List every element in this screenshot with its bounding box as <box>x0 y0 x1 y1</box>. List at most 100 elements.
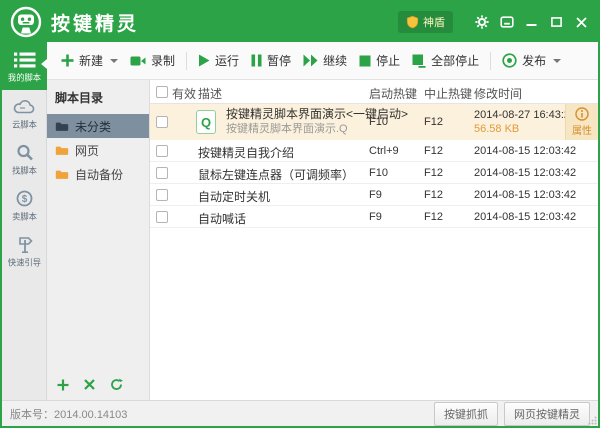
continue-button-label: 继续 <box>323 52 347 69</box>
table-row[interactable]: 自动喊话 F9 F12 2014-08-15 12:03:42 <box>150 206 598 228</box>
sidebar-item-find-scripts[interactable]: 找脚本 <box>2 136 47 182</box>
minimize-to-tray-icon[interactable] <box>494 9 519 35</box>
pause-icon <box>251 54 262 67</box>
directory-tools <box>47 370 149 400</box>
row-checkbox[interactable] <box>156 189 168 201</box>
play-icon <box>198 54 210 67</box>
toolbar-separator <box>186 52 187 70</box>
row-checkbox[interactable] <box>156 145 168 157</box>
directory-item-web[interactable]: 网页 <box>47 138 149 162</box>
column-header-start-hotkey: 启动热键 <box>369 85 417 102</box>
start-hotkey: F10 <box>369 167 388 179</box>
column-header-description: 描述 <box>198 85 222 102</box>
table-row-selected[interactable]: Q 按键精灵脚本界面演示<一键启动> 按键精灵脚本界面演示.Q F10 F12 … <box>150 104 598 140</box>
delete-folder-button[interactable] <box>84 379 95 390</box>
app-logo-robot-icon <box>10 6 42 38</box>
row-checkbox[interactable] <box>156 116 168 128</box>
properties-button-label: 属性 <box>572 122 592 137</box>
publish-button[interactable]: 发布 <box>496 47 567 74</box>
dollar-coin-icon: $ <box>2 189 47 208</box>
search-icon <box>2 143 47 162</box>
pause-button[interactable]: 暂停 <box>245 47 297 74</box>
right-column: 新建 录制 运行 <box>47 42 598 400</box>
sidebar-item-my-scripts[interactable]: 我的脚本 <box>2 42 47 90</box>
stop-icon <box>359 55 371 67</box>
web-quickmacro-button[interactable]: 网页按键精灵 <box>504 402 590 426</box>
stop-button-label: 停止 <box>376 52 400 69</box>
cloud-icon <box>2 97 47 116</box>
row-checkbox[interactable] <box>156 167 168 179</box>
script-table: 有效 描述 启动热键 中止热键 修改时间 Q 按键精灵脚本界面演示<一键启动> … <box>150 80 598 400</box>
folder-icon <box>55 121 69 132</box>
toolbar-separator <box>490 52 491 70</box>
stop-all-icon <box>412 54 426 68</box>
modified-time: 2014-08-27 16:43:20 <box>474 108 576 122</box>
modified-time: 2014-08-15 12:03:42 <box>474 145 576 157</box>
signpost-icon <box>2 235 47 254</box>
key-capture-button[interactable]: 按键抓抓 <box>434 402 498 426</box>
maximize-button[interactable] <box>544 9 569 35</box>
publish-button-label: 发布 <box>522 52 546 69</box>
start-hotkey: F9 <box>369 211 382 223</box>
sidebar-item-cloud-scripts[interactable]: 云脚本 <box>2 90 47 136</box>
script-title: 按键精灵自我介绍 <box>198 144 294 161</box>
script-directory-panel: 脚本目录 未分类 网页 <box>47 80 150 400</box>
record-button[interactable]: 录制 <box>124 47 181 74</box>
stop-all-button[interactable]: 全部停止 <box>406 47 485 74</box>
version-label: 版本号：2014.00.14103 <box>10 406 127 422</box>
start-hotkey: F9 <box>369 189 382 201</box>
table-row[interactable]: 自动定时关机 F9 F12 2014-08-15 12:03:42 <box>150 184 598 206</box>
app-title: 按键精灵 <box>51 9 139 36</box>
toolbar: 新建 录制 运行 <box>47 42 598 80</box>
run-button-label: 运行 <box>215 52 239 69</box>
table-row[interactable]: 按键精灵自我介绍 Ctrl+9 F12 2014-08-15 12:03:42 <box>150 140 598 162</box>
directory-item-auto-backup[interactable]: 自动备份 <box>47 162 149 186</box>
column-header-modified-time: 修改时间 <box>474 85 522 102</box>
chevron-down-icon <box>553 59 561 63</box>
plus-icon <box>61 54 74 67</box>
column-header-valid: 有效 <box>172 85 196 102</box>
sidebar-item-label: 卖脚本 <box>4 211 45 223</box>
directory-item-uncategorized[interactable]: 未分类 <box>47 114 149 138</box>
new-button[interactable]: 新建 <box>55 47 124 74</box>
modified-time: 2014-08-15 12:03:42 <box>474 167 576 179</box>
chevron-down-icon <box>110 59 118 63</box>
start-hotkey: F10 <box>369 116 388 128</box>
directory-header: 脚本目录 <box>47 80 149 114</box>
abort-hotkey: F12 <box>424 189 443 201</box>
sidebar: 我的脚本 云脚本 找脚本 <box>2 42 47 400</box>
sidebar-item-sell-scripts[interactable]: $ 卖脚本 <box>2 182 47 228</box>
abort-hotkey: F12 <box>424 145 443 157</box>
run-button[interactable]: 运行 <box>192 47 245 74</box>
settings-gear-icon[interactable] <box>469 9 494 35</box>
titlebar-controls: 神盾 <box>398 9 598 35</box>
stop-button[interactable]: 停止 <box>353 47 406 74</box>
shield-badge-button[interactable]: 神盾 <box>398 11 453 33</box>
continue-button[interactable]: 继续 <box>297 47 353 74</box>
table-header: 有效 描述 启动热键 中止热键 修改时间 <box>150 80 598 104</box>
titlebar: 按键精灵 神盾 <box>2 2 598 42</box>
sidebar-item-quick-guide[interactable]: 快速引导 <box>2 228 47 274</box>
sidebar-item-label: 找脚本 <box>4 165 45 177</box>
minimize-button[interactable] <box>519 9 544 35</box>
row-checkbox[interactable] <box>156 211 168 223</box>
refresh-button[interactable] <box>110 378 123 391</box>
column-header-abort-hotkey: 中止热键 <box>424 85 472 102</box>
stop-all-button-label: 全部停止 <box>431 52 479 69</box>
pause-button-label: 暂停 <box>267 52 291 69</box>
file-size: 56.58 KB <box>474 122 576 136</box>
properties-button[interactable]: 属性 <box>565 104 598 140</box>
add-folder-button[interactable] <box>57 379 69 391</box>
script-title: 鼠标左键连点器（可调频率） <box>198 166 354 183</box>
app-window: 按键精灵 神盾 <box>0 0 600 428</box>
close-button[interactable] <box>569 9 594 35</box>
directory-item-label: 未分类 <box>75 118 111 135</box>
abort-hotkey: F12 <box>424 116 443 128</box>
camera-icon <box>130 55 146 67</box>
select-all-checkbox[interactable] <box>156 86 168 98</box>
info-icon <box>575 107 589 121</box>
sidebar-item-label: 我的脚本 <box>4 72 45 84</box>
shield-badge-label: 神盾 <box>423 14 445 30</box>
table-row[interactable]: 鼠标左键连点器（可调频率） F10 F12 2014-08-15 12:03:4… <box>150 162 598 184</box>
resize-grip[interactable] <box>588 416 597 425</box>
